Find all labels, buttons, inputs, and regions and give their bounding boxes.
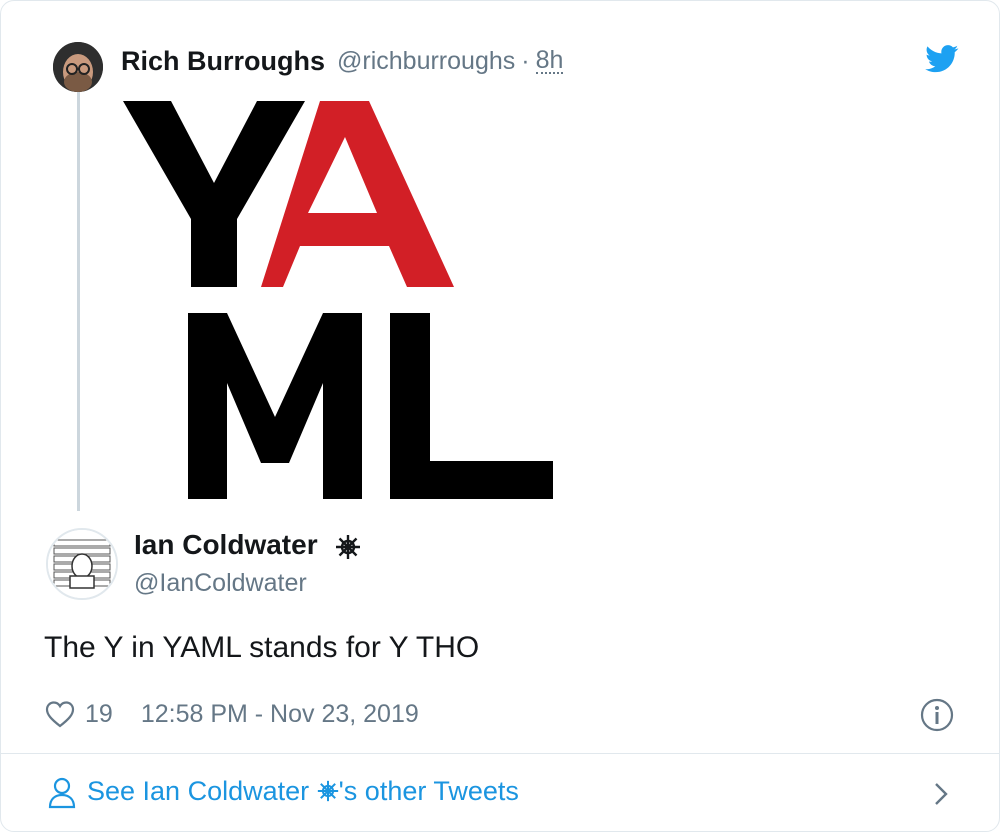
twitter-bird-icon[interactable] bbox=[925, 45, 959, 73]
tweet-time[interactable]: 8h bbox=[535, 48, 564, 74]
tweet-meta: 19 12:58 PM - Nov 23, 2019 bbox=[45, 697, 419, 731]
chevron-right-icon[interactable] bbox=[931, 780, 951, 808]
other-tweets-link[interactable]: See Ian Coldwater 's other Tweets bbox=[1, 754, 999, 831]
separator-dot: · bbox=[521, 46, 530, 75]
thread-line bbox=[77, 91, 80, 511]
info-icon[interactable] bbox=[920, 698, 954, 732]
yaml-logo-image[interactable] bbox=[123, 101, 553, 499]
heart-icon[interactable] bbox=[45, 700, 75, 728]
tweet-timestamp[interactable]: 12:58 PM - Nov 23, 2019 bbox=[141, 700, 419, 729]
parent-tweet-header: Rich Burroughs @richburroughs · 8h bbox=[121, 41, 564, 81]
author-handle[interactable]: @IanColdwater bbox=[134, 569, 307, 598]
like-count[interactable]: 19 bbox=[85, 700, 113, 729]
other-tweets-link-label[interactable]: See Ian Coldwater 's other Tweets bbox=[87, 776, 519, 807]
helm-wheel-icon bbox=[336, 534, 361, 559]
author-handle[interactable]: @richburroughs bbox=[337, 47, 515, 76]
avatar[interactable] bbox=[53, 42, 103, 92]
person-icon bbox=[48, 777, 76, 809]
link-suffix: 's other Tweets bbox=[338, 776, 519, 806]
helm-wheel-icon bbox=[317, 780, 338, 802]
avatar[interactable] bbox=[46, 528, 118, 600]
author-name[interactable]: Rich Burroughs bbox=[121, 46, 325, 77]
author-name-row[interactable]: Ian Coldwater bbox=[134, 529, 361, 561]
link-prefix: See Ian Coldwater bbox=[87, 776, 317, 806]
author-name[interactable]: Ian Coldwater bbox=[134, 529, 318, 560]
tweet-text: The Y in YAML stands for Y THO bbox=[44, 631, 480, 664]
embedded-tweet-card: Rich Burroughs @richburroughs · 8h Ian C… bbox=[0, 0, 1000, 832]
